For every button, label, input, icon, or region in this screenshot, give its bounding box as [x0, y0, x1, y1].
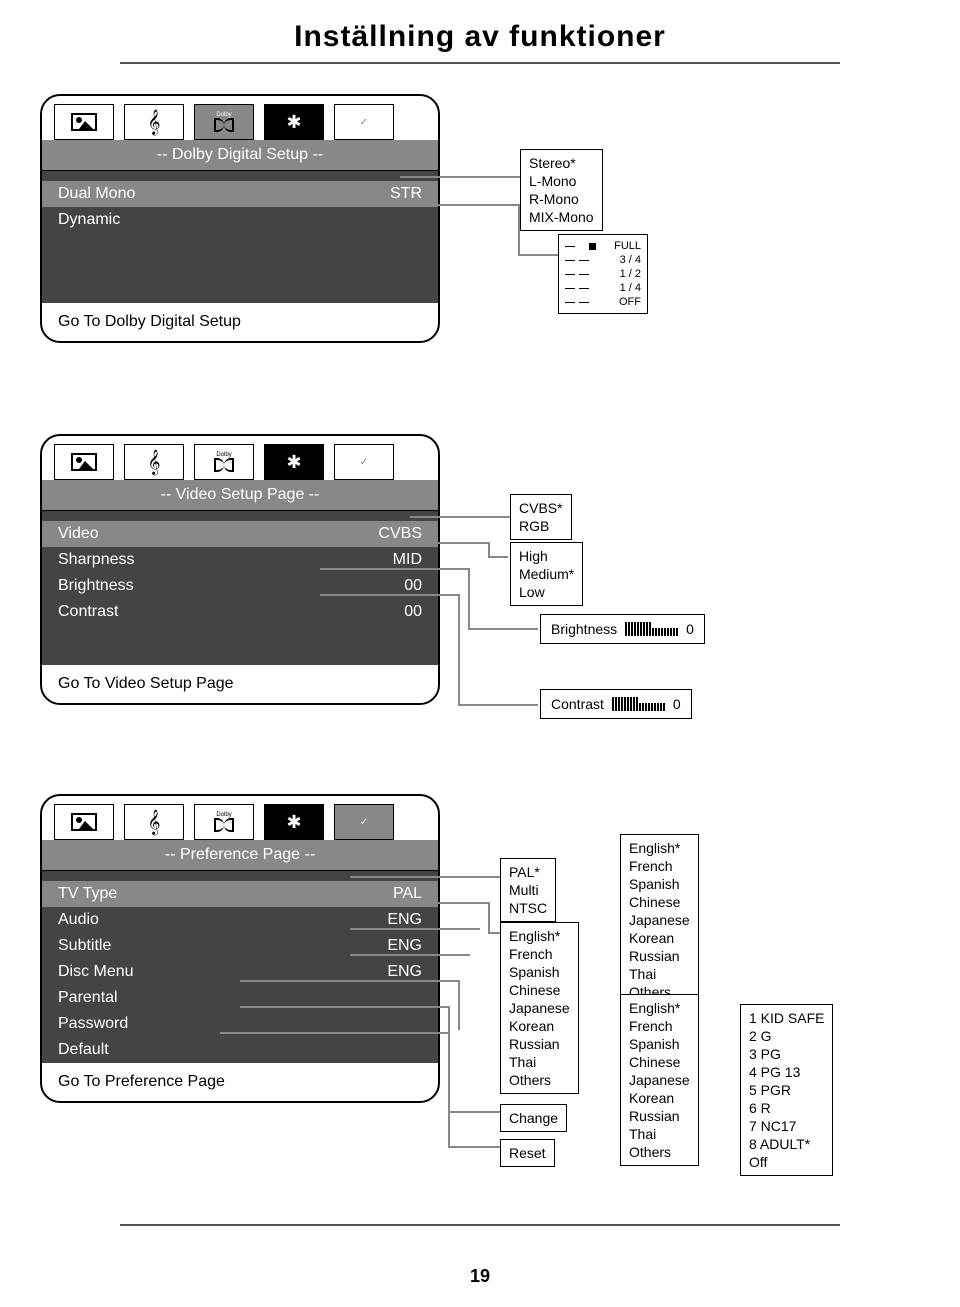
default-option: Reset [500, 1139, 555, 1167]
film-icon: ✱ [286, 112, 301, 133]
row-contrast[interactable]: Contrast00 [58, 599, 422, 625]
tab-sound[interactable]: 𝄞 [124, 104, 184, 140]
page-title: Inställning av funktioner [40, 20, 920, 54]
tab-sound[interactable]: 𝄞 [124, 804, 184, 840]
picture-icon [71, 113, 97, 131]
tab-picture[interactable] [54, 444, 114, 480]
dual-mono-options: Stereo* L-Mono R-Mono MIX-Mono [520, 149, 603, 231]
page-number: 19 [40, 1266, 920, 1287]
password-option: Change [500, 1104, 567, 1132]
row-video[interactable]: VideoCVBS [42, 521, 438, 547]
dolby-icon: Dolby [214, 112, 234, 132]
tab-sound[interactable]: 𝄞 [124, 444, 184, 480]
row-default[interactable]: Default [58, 1037, 422, 1063]
dynamic-scale: FULL 3 / 4 1 / 2 1 / 4 OFF [558, 234, 648, 314]
row-dynamic[interactable]: Dynamic [58, 207, 422, 233]
tab-dolby[interactable]: Dolby [194, 104, 254, 140]
check-icon: ✓ [360, 457, 368, 468]
film-icon: ✱ [286, 812, 301, 833]
tab-row: 𝄞 Dolby ✱ ✓ [42, 96, 438, 140]
subtitle-lang-options: English* French Spanish Chinese Japanese… [620, 834, 699, 1006]
tab-picture[interactable] [54, 104, 114, 140]
contrast-slider: Contrast 0 [540, 689, 692, 719]
sharpness-options: High Medium* Low [510, 542, 583, 606]
tab-check[interactable]: ✓ [334, 444, 394, 480]
dolby-icon: Dolby [214, 812, 234, 832]
dolby-setup-panel: 𝄞 Dolby ✱ ✓ -- Dolby Digital Setup -- Du… [40, 94, 440, 343]
brightness-slider: Brightness 0 [540, 614, 705, 644]
preference-header: -- Preference Page -- [42, 840, 438, 871]
value-dual-mono: STR [390, 185, 422, 203]
sound-icon: 𝄞 [147, 109, 160, 135]
tab-picture[interactable] [54, 804, 114, 840]
tvtype-options: PAL* Multi NTSC [500, 858, 556, 922]
dolby-icon: Dolby [214, 452, 234, 472]
picture-icon [71, 453, 97, 471]
preference-panel: 𝄞 Dolby ✱ ✓ -- Preference Page -- TV Typ… [40, 794, 440, 1103]
label-dynamic: Dynamic [58, 211, 120, 229]
tab-dolby[interactable]: Dolby [194, 444, 254, 480]
parental-options: 1 KID SAFE 2 G 3 PG 4 PG 13 5 PGR 6 R 7 … [740, 1004, 833, 1176]
tab-check[interactable]: ✓ [334, 104, 394, 140]
discmenu-lang-options: English* French Spanish Chinese Japanese… [620, 994, 699, 1166]
preference-footer: Go To Preference Page [42, 1063, 438, 1101]
film-icon: ✱ [286, 452, 301, 473]
audio-lang-options: English* French Spanish Chinese Japanese… [500, 922, 579, 1094]
tab-film[interactable]: ✱ [264, 444, 324, 480]
tab-check[interactable]: ✓ [334, 804, 394, 840]
video-options: CVBS* RGB [510, 494, 572, 540]
tab-film[interactable]: ✱ [264, 104, 324, 140]
video-footer: Go To Video Setup Page [42, 665, 438, 703]
video-header: -- Video Setup Page -- [42, 480, 438, 511]
label-dual-mono: Dual Mono [58, 185, 135, 203]
check-icon: ✓ [360, 117, 368, 128]
tab-film[interactable]: ✱ [264, 804, 324, 840]
picture-icon [71, 813, 97, 831]
dolby-footer: Go To Dolby Digital Setup [42, 303, 438, 341]
sound-icon: 𝄞 [147, 809, 160, 835]
title-divider [120, 62, 840, 64]
tab-dolby[interactable]: Dolby [194, 804, 254, 840]
footer-divider [120, 1224, 840, 1226]
check-icon: ✓ [360, 817, 368, 828]
dolby-header: -- Dolby Digital Setup -- [42, 140, 438, 171]
sound-icon: 𝄞 [147, 449, 160, 475]
